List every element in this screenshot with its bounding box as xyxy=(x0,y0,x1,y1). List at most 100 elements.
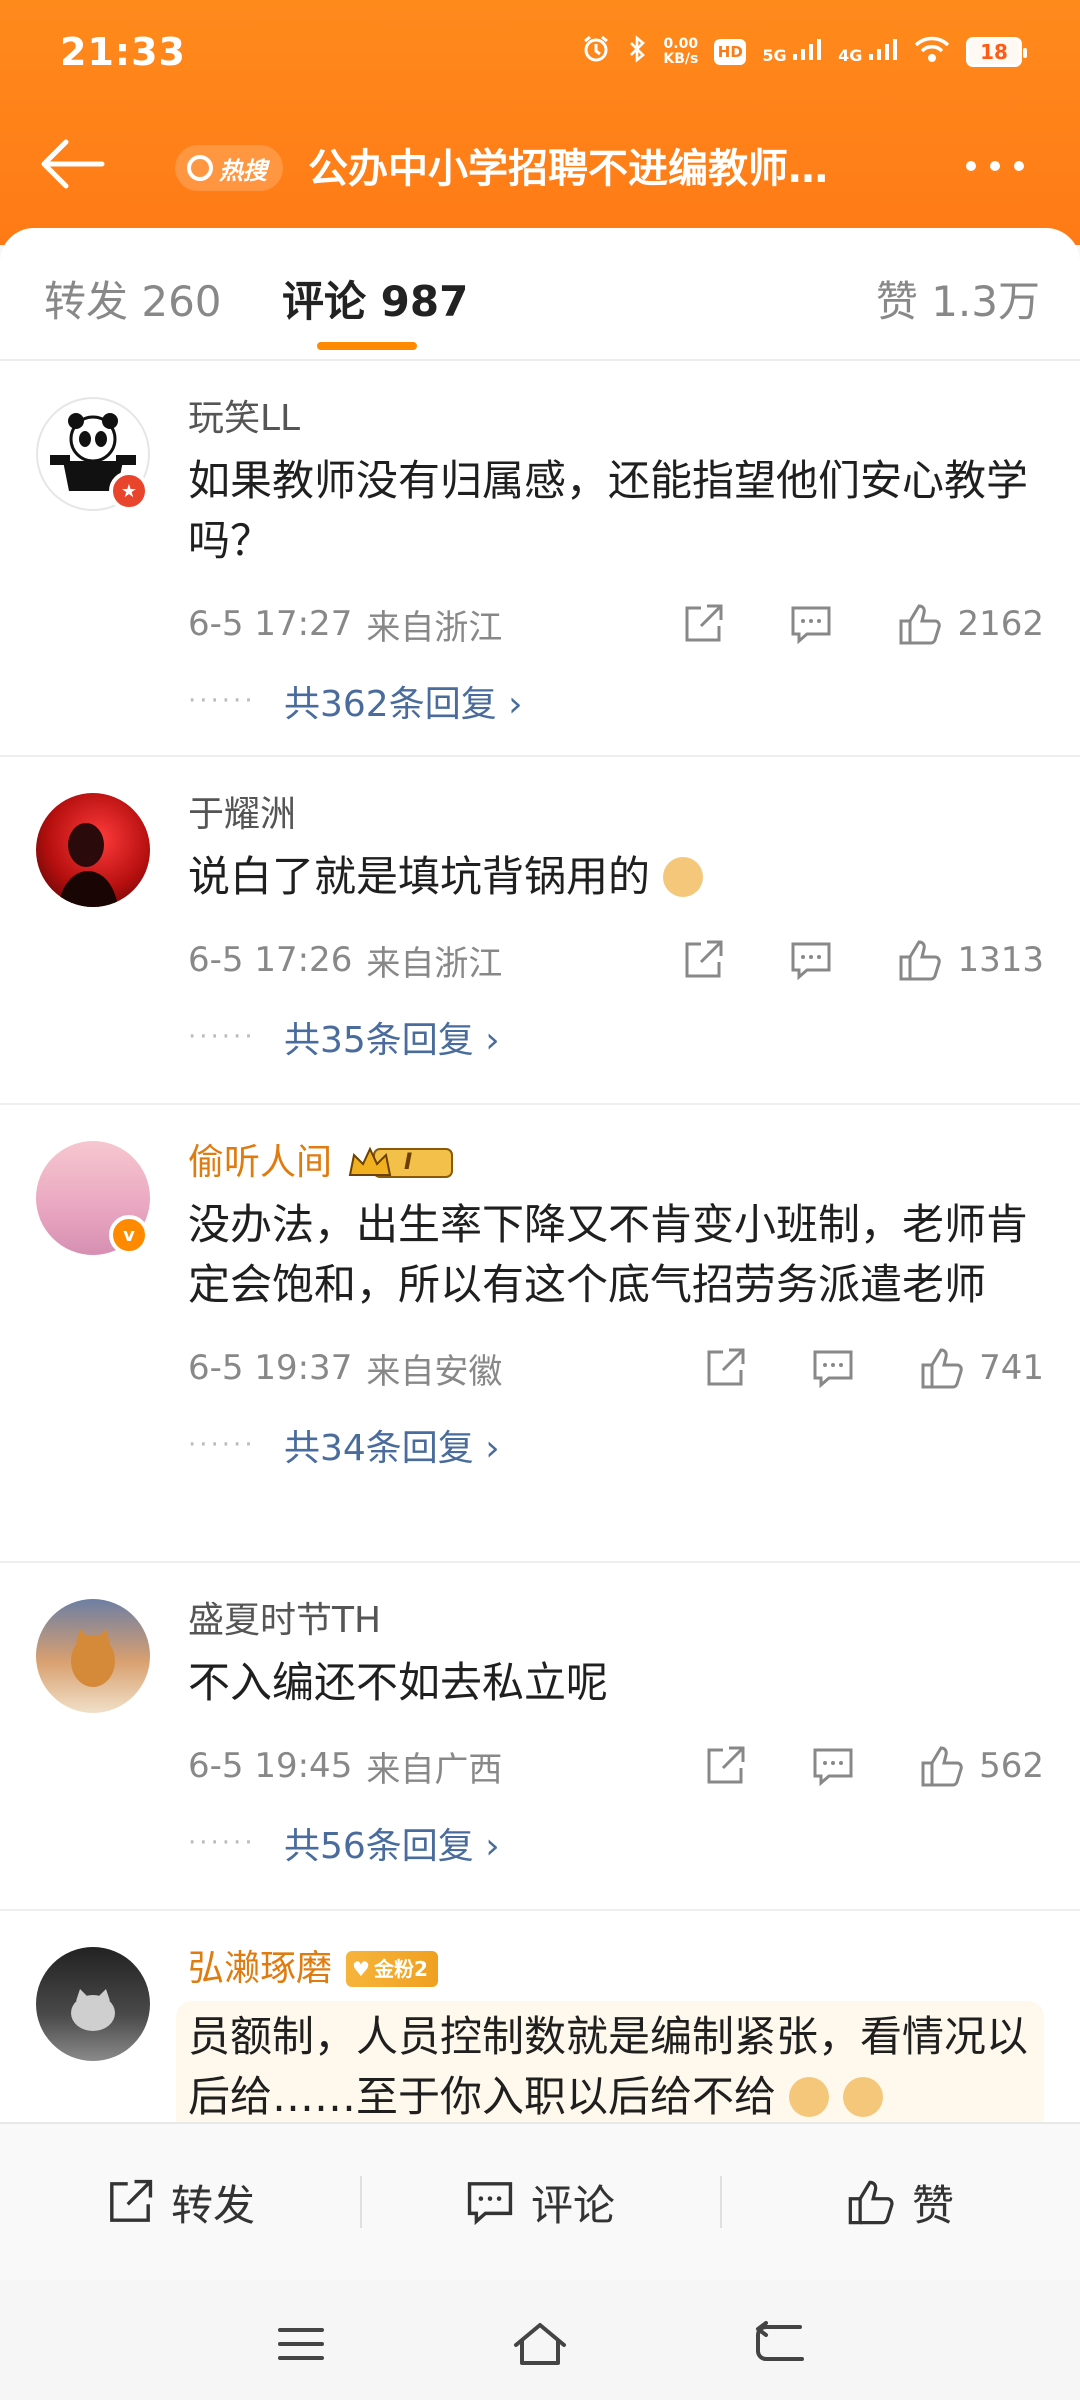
doge-emoji-icon xyxy=(789,2077,830,2117)
bluetooth-icon xyxy=(627,34,647,69)
back-system-button[interactable] xyxy=(745,2314,815,2374)
share-icon xyxy=(110,2179,153,2222)
nav-bar: 热搜 公办中小学招聘不进编教师… xyxy=(0,110,1080,220)
thumbs-up-icon xyxy=(899,604,942,645)
like-post-button[interactable]: 赞 xyxy=(720,2124,1080,2280)
comment-date: 6-5 17:26 xyxy=(188,940,353,980)
tab-comments[interactable]: 评论 987 xyxy=(282,268,468,329)
home-icon xyxy=(514,2323,566,2365)
comment-icon xyxy=(791,606,831,645)
like-button[interactable]: 2162 xyxy=(897,601,1044,647)
replies-row: ······ 共34条回复 › xyxy=(188,1419,1044,1513)
comment-text: 不入编还不如去私立呢 xyxy=(188,1658,609,1707)
dots-divider: ······ xyxy=(188,1430,256,1460)
reply-button[interactable] xyxy=(789,602,833,646)
view-replies-link[interactable]: 共35条回复 › xyxy=(284,1011,500,1063)
view-replies-link[interactable]: 共56条回复 › xyxy=(284,1817,500,1869)
dots-divider: ······ xyxy=(188,1828,256,1858)
comment-username[interactable]: 弘濑琢磨 ♥ 金粉2 xyxy=(188,1911,1044,1991)
comment-item: 弘濑琢磨 ♥ 金粉2 员额制，人员控制数就是编制紧张，看情况以后给……至于你入职… xyxy=(0,1911,1080,2122)
avatar[interactable] xyxy=(36,1947,150,2061)
comment-location: 来自浙江 xyxy=(366,943,503,984)
reply-button[interactable] xyxy=(811,1744,855,1788)
comment-icon xyxy=(791,942,831,981)
network-speed: 0.00 KB/s xyxy=(663,35,699,67)
comment-icon xyxy=(813,1350,853,1389)
dots-divider: ······ xyxy=(188,1022,256,1052)
comment-item: v 偷听人间 I 没办法，出生率下降又不肯变小班制，老师肯定会饱和，所以有这个底… xyxy=(0,1105,1080,1563)
thumbs-up-icon xyxy=(921,1348,963,1389)
comment-item: 于耀洲 说白了就是填坑背锅用的 6-5 17:26 来自浙江 1313 ····… xyxy=(0,757,1080,1105)
comment-meta: 6-5 19:37 来自安徽 741 xyxy=(188,1343,1044,1393)
comment-meta: 6-5 17:26 来自浙江 1313 xyxy=(188,935,1044,985)
comment-username[interactable]: 偷听人间 I xyxy=(188,1105,1044,1185)
tab-repost[interactable]: 转发 260 xyxy=(44,268,222,329)
more-button[interactable] xyxy=(950,146,1040,186)
search-icon xyxy=(187,155,213,181)
reply-button[interactable] xyxy=(811,1346,855,1390)
comment-actions: 1313 xyxy=(681,937,1044,983)
share-button[interactable] xyxy=(681,938,725,982)
like-button[interactable]: 741 xyxy=(919,1345,1044,1391)
view-replies-link[interactable]: 共34条回复 › xyxy=(284,1419,500,1471)
active-tab-indicator xyxy=(317,342,417,350)
comment-icon xyxy=(467,2182,513,2226)
view-replies-link[interactable]: 共362条回复 › xyxy=(284,675,523,727)
comment-date: 6-5 19:37 xyxy=(188,1348,353,1388)
system-nav-bar xyxy=(0,2280,1080,2400)
share-button[interactable] xyxy=(703,1744,747,1788)
bottom-action-bar: 转发 评论 赞 xyxy=(0,2122,1080,2280)
comments-panel: 转发 260 评论 987 赞 1.3万 ★ 玩笑LL 如果教师没有归属感，还能… xyxy=(0,228,1080,2122)
tab-likes[interactable]: 赞 1.3万 xyxy=(876,268,1040,329)
share-icon xyxy=(707,1348,745,1386)
signal-5g: 5G xyxy=(762,38,822,65)
comment-icon xyxy=(813,1748,853,1787)
comment-text: 如果教师没有归属感，还能指望他们安心教学吗？ xyxy=(188,456,1029,565)
comment-location: 来自浙江 xyxy=(366,607,503,648)
comment-button[interactable]: 评论 xyxy=(360,2124,720,2280)
comment-location: 来自安徽 xyxy=(366,1351,503,1392)
comment-username[interactable]: 玩笑LL xyxy=(188,361,1044,441)
signal-4g: 4G xyxy=(838,38,898,65)
home-button[interactable] xyxy=(505,2314,575,2374)
like-count: 741 xyxy=(979,1348,1044,1388)
comment-date: 6-5 17:27 xyxy=(188,604,353,644)
dots-divider: ······ xyxy=(188,686,256,716)
like-count: 1313 xyxy=(957,940,1044,980)
page-title: 公办中小学招聘不进编教师… xyxy=(308,146,828,192)
reply-button[interactable] xyxy=(789,938,833,982)
comment-username[interactable]: 盛夏时节TH xyxy=(188,1563,1044,1643)
portrait-avatar-icon xyxy=(58,823,118,907)
replies-row: ······ 共35条回复 › xyxy=(188,1011,1044,1105)
doge-emoji-icon xyxy=(663,857,704,897)
comment-actions: 741 xyxy=(703,1345,1044,1391)
comment-list: ★ 玩笑LL 如果教师没有归属感，还能指望他们安心教学吗？ 6-5 17:27 … xyxy=(0,361,1080,2122)
tab-bar: 转发 260 评论 987 赞 1.3万 xyxy=(0,228,1080,361)
menu-button[interactable] xyxy=(266,2314,336,2374)
share-button[interactable] xyxy=(703,1346,747,1390)
replies-row: ······ 共362条回复 › xyxy=(188,675,1044,769)
top-header: 21:33 0.00 KB/s HD 5G 4G 18 热搜 公办中小学招聘不进… xyxy=(0,0,1080,245)
like-button[interactable]: 562 xyxy=(919,1743,1044,1789)
like-button[interactable]: 1313 xyxy=(897,937,1044,983)
thumbs-up-icon xyxy=(899,940,942,981)
more-dot-icon xyxy=(966,161,976,171)
comment-meta: 6-5 19:45 来自广西 562 xyxy=(188,1741,1044,1791)
comment-item: ★ 玩笑LL 如果教师没有归属感，还能指望他们安心教学吗？ 6-5 17:27 … xyxy=(0,361,1080,757)
hot-search-badge[interactable]: 热搜 xyxy=(175,145,283,191)
cat-avatar-icon xyxy=(71,1629,115,1687)
share-icon xyxy=(685,604,723,642)
verified-badge-icon: ★ xyxy=(109,471,149,511)
more-dot-icon xyxy=(1014,161,1024,171)
back-button[interactable] xyxy=(36,134,116,194)
comment-username[interactable]: 于耀洲 xyxy=(188,757,1044,837)
avatar[interactable] xyxy=(36,793,150,907)
share-button[interactable] xyxy=(681,602,725,646)
status-time: 21:33 xyxy=(60,30,186,74)
verified-v-badge-icon: v xyxy=(109,1215,149,1255)
avatar[interactable] xyxy=(36,1599,150,1713)
like-count: 2162 xyxy=(957,604,1044,644)
back-return-icon xyxy=(756,2321,804,2361)
battery-indicator: 18 xyxy=(966,36,1027,67)
repost-button[interactable]: 转发 xyxy=(0,2124,360,2280)
